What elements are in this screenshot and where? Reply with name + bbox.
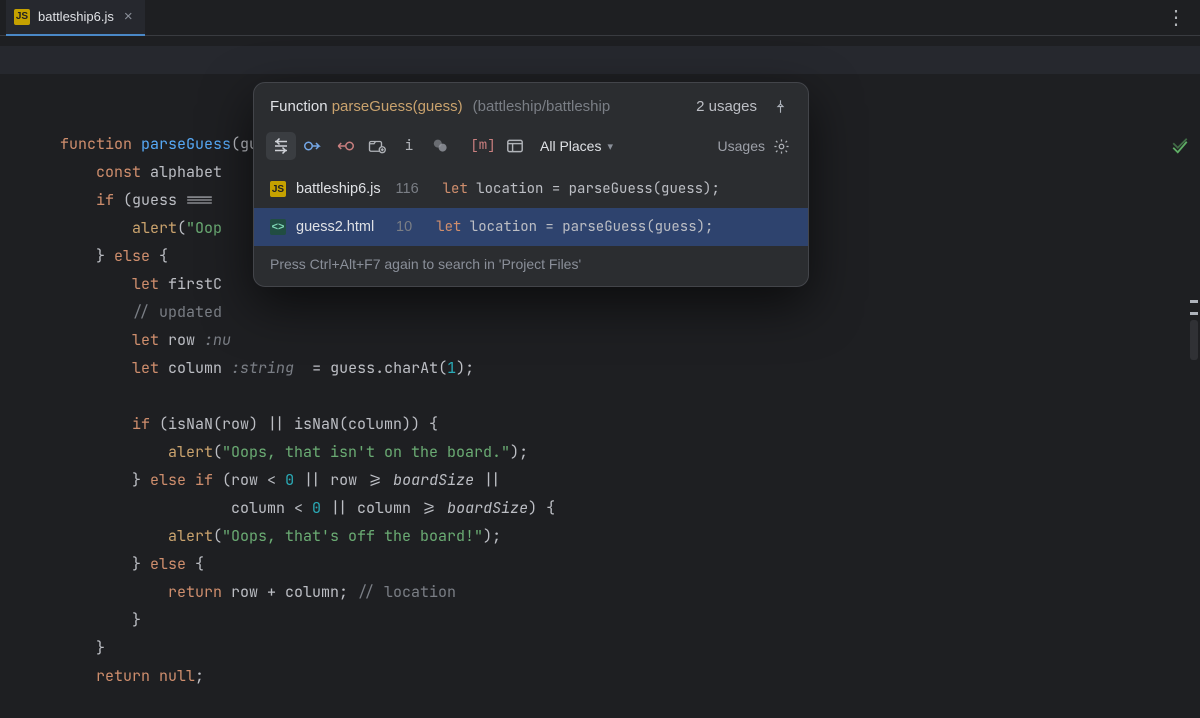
code-token: let	[132, 274, 159, 294]
code-token: const	[96, 162, 141, 182]
gear-icon[interactable]	[767, 136, 796, 157]
code-token: "Oops, that's off the board!"	[222, 526, 483, 546]
regex-icon[interactable]: [m]	[468, 132, 498, 160]
code-token: {	[150, 246, 168, 266]
code-token: "Oop	[186, 218, 222, 238]
info-icon[interactable]: i	[394, 132, 424, 160]
code-token: (row <	[213, 470, 285, 490]
usage-file: battleship6.js	[296, 181, 381, 197]
code-token: (isNaN(row) || isNaN(column)) {	[150, 414, 438, 434]
code-token: boardSize	[393, 470, 474, 490]
preview-icon[interactable]	[500, 132, 530, 160]
code-token: :string	[231, 358, 294, 378]
code-token: (	[213, 526, 222, 546]
code-token: else	[150, 554, 186, 574]
code-token: );	[510, 442, 528, 462]
popup-path: (battleship/battleship	[473, 98, 611, 115]
code-token: }	[132, 470, 150, 490]
code-token: ) {	[528, 498, 555, 518]
usage-file: guess2.html	[296, 219, 374, 235]
code-token: row	[159, 330, 204, 350]
html-file-icon: <>	[270, 219, 286, 235]
code-token: :nu	[204, 330, 231, 350]
code-token: 0	[312, 498, 321, 518]
filter-imports-icon[interactable]	[362, 132, 392, 160]
similar-usages-icon[interactable]	[426, 132, 456, 160]
usage-line: 116	[391, 181, 419, 197]
code-token: }	[60, 638, 105, 658]
code-token: column <	[231, 498, 312, 518]
code-token: return null	[96, 666, 195, 686]
code-token: function	[60, 134, 132, 154]
gutter-mark[interactable]	[1190, 312, 1198, 315]
popup-title: Function parseGuess(guess)	[270, 98, 463, 115]
code-token: }	[60, 610, 141, 630]
editor-tab[interactable]: JS battleship6.js ×	[6, 0, 145, 36]
scrollbar-thumb[interactable]	[1190, 320, 1198, 360]
current-line-highlight	[0, 46, 1200, 74]
code-token: alphabet	[141, 162, 222, 182]
code-token: return	[168, 582, 222, 602]
gutter-mark[interactable]	[1190, 300, 1198, 303]
code-token: let	[132, 330, 159, 350]
usages-count: 2 usages	[696, 98, 757, 115]
code-token: );	[456, 358, 474, 378]
code-token: if	[132, 414, 150, 434]
more-actions-icon[interactable]: ⋮	[1158, 8, 1194, 28]
code-token: alert	[132, 218, 177, 238]
code-token: 0	[285, 470, 294, 490]
usage-snippet: let location = parseGuess(guess);	[443, 180, 720, 198]
code-token: }	[96, 246, 114, 266]
code-token: }	[132, 554, 150, 574]
popup-hint: Press Ctrl+Alt+F7 again to search in 'Pr…	[254, 246, 808, 286]
code-token: row + column;	[222, 582, 357, 602]
usage-row[interactable]: JS battleship6.js 116 let location = par…	[254, 170, 808, 208]
code-token: alert	[168, 526, 213, 546]
code-token: alert	[168, 442, 213, 462]
code-token: {	[186, 554, 204, 574]
usage-row[interactable]: <> guess2.html 10 let location = parseGu…	[254, 208, 808, 246]
code-token: // updated	[132, 302, 222, 322]
code-token: = guess.charAt(	[294, 358, 447, 378]
code-token: if	[96, 190, 114, 210]
tab-filename: battleship6.js	[38, 9, 114, 24]
filter-read-write-icon[interactable]	[266, 132, 296, 160]
code-token: );	[483, 526, 501, 546]
usage-line: 10	[384, 219, 412, 235]
pin-icon[interactable]	[767, 97, 794, 116]
chevron-down-icon: ▾	[607, 140, 613, 153]
code-token: column	[159, 358, 231, 378]
code-token: (guess ===	[114, 190, 222, 210]
code-token: let	[132, 358, 159, 378]
code-token: else	[114, 246, 150, 266]
js-file-icon: JS	[14, 9, 30, 25]
code-token: (	[213, 442, 222, 462]
filter-write-icon[interactable]	[330, 132, 360, 160]
code-token: ||	[474, 470, 501, 490]
scope-selector[interactable]: All Places▾	[532, 138, 621, 154]
code-token: // location	[357, 582, 456, 602]
code-token: 1	[447, 358, 456, 378]
usages-results: JS battleship6.js 116 let location = par…	[254, 170, 808, 246]
close-icon[interactable]: ×	[122, 7, 135, 26]
code-token: else if	[150, 470, 213, 490]
code-token: "Oops, that isn't on the board."	[222, 442, 510, 462]
show-usages-popup: Function parseGuess(guess) (battleship/b…	[253, 82, 809, 287]
usages-label: Usages	[718, 138, 765, 154]
js-file-icon: JS	[270, 181, 286, 197]
code-token: || row >=	[294, 470, 393, 490]
code-token: boardSize	[447, 498, 528, 518]
filter-read-icon[interactable]	[298, 132, 328, 160]
code-token: firstC	[159, 274, 222, 294]
code-token: ;	[195, 666, 204, 686]
code-token: parseGuess	[141, 134, 231, 154]
usage-snippet: let location = parseGuess(guess);	[436, 218, 713, 236]
code-token: || column >=	[321, 498, 447, 518]
